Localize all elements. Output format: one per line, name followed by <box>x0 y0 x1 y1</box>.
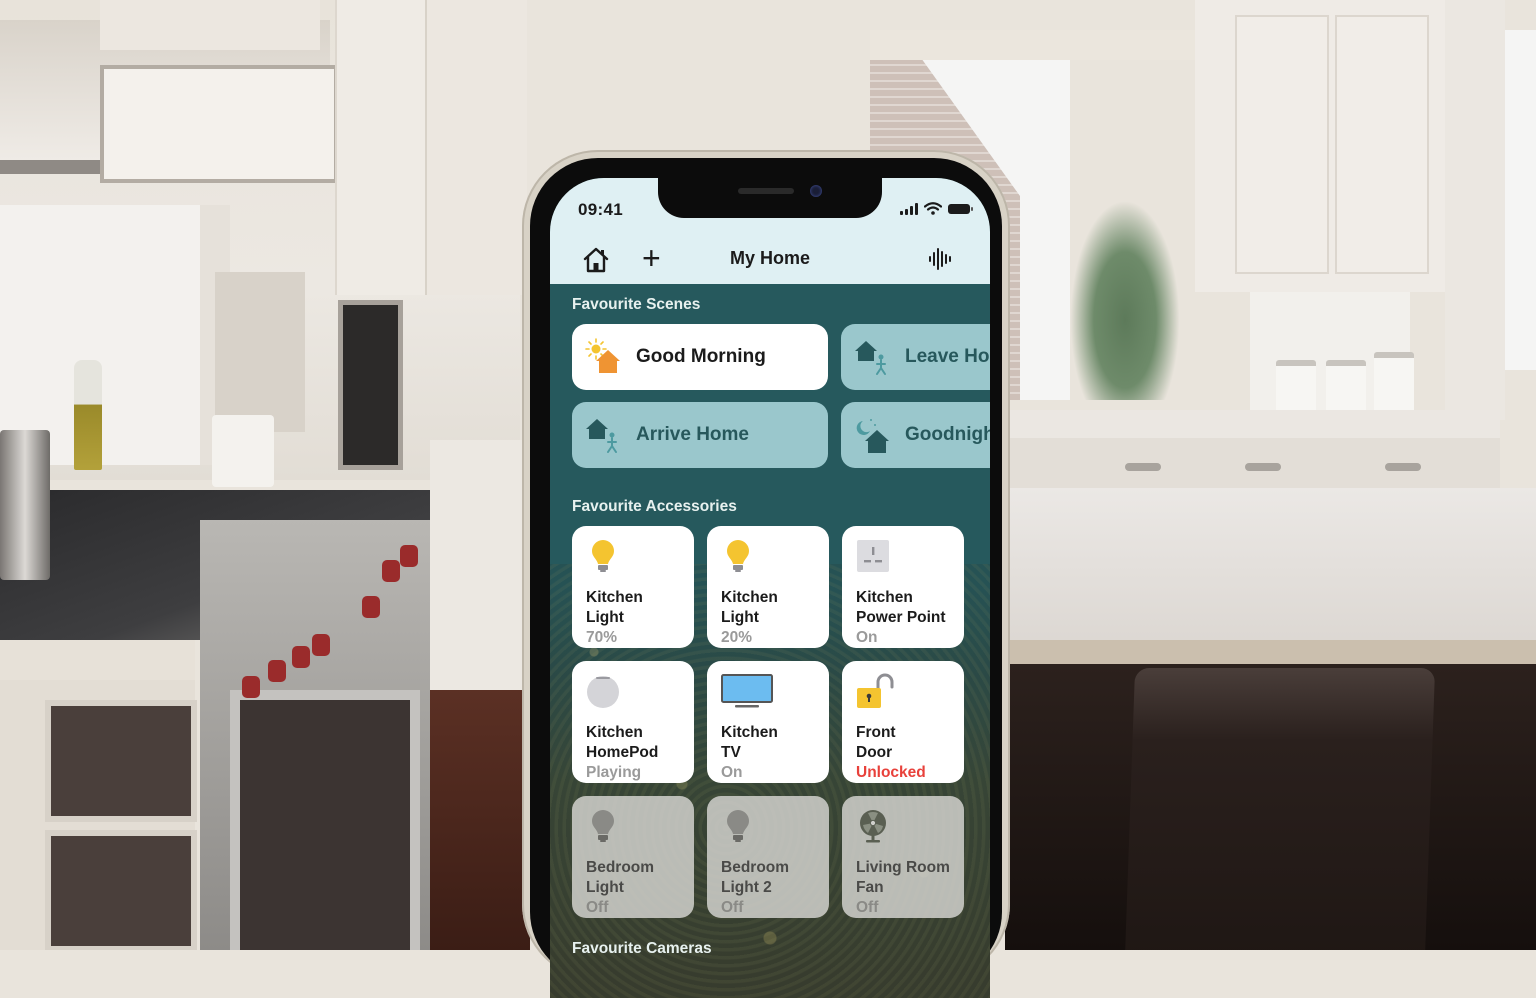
lightbulb-on-icon <box>592 540 614 572</box>
utensil-crock <box>212 415 274 487</box>
scene-good-morning[interactable]: Good Morning <box>572 324 828 390</box>
upper-cabinet <box>425 0 527 295</box>
moon-house-icon <box>856 419 889 453</box>
section-favourite-scenes: Favourite Scenes <box>572 296 701 313</box>
range-knob <box>268 660 286 682</box>
accessory-tile[interactable]: Bedroom Light Off <box>572 796 694 918</box>
accessory-name: Kitchen Power Point <box>856 589 946 626</box>
lock-open-icon <box>857 673 894 708</box>
tv-icon <box>721 674 773 708</box>
lightbulb-on-icon <box>727 540 749 572</box>
siri-waveform-icon[interactable] <box>928 246 952 272</box>
accessory-name: Kitchen Light <box>586 589 643 626</box>
accessory-status: On <box>856 629 878 646</box>
battery-icon <box>948 203 973 214</box>
accessory-tile[interactable]: Front Door Unlocked <box>842 661 964 783</box>
house-person-leaving-icon <box>855 341 886 375</box>
drawer-handle <box>1245 463 1281 471</box>
window <box>1505 30 1536 370</box>
front-camera <box>810 185 822 197</box>
wood-floor <box>420 690 530 950</box>
scene-leave-home[interactable]: Leave Home <box>841 324 990 390</box>
range-knob <box>292 646 310 668</box>
accessory-tile[interactable]: Kitchen Power Point On <box>842 526 964 648</box>
section-favourite-accessories: Favourite Accessories <box>572 498 737 515</box>
accessory-tile[interactable]: Bedroom Light 2 Off <box>707 796 829 918</box>
oil-bottle <box>74 360 102 470</box>
accessory-name: Bedroom Light 2 <box>721 859 790 896</box>
oven-door <box>230 690 420 950</box>
accessory-status-alert: Unlocked <box>856 764 926 781</box>
plant <box>1070 200 1180 400</box>
scene-label: Leave Home <box>905 346 990 367</box>
drawer-handle <box>1125 463 1161 471</box>
countertop <box>1010 410 1500 438</box>
lightbulb-off-icon <box>727 810 749 842</box>
spice-niche <box>215 272 305 432</box>
house-person-arriving-icon <box>586 419 617 453</box>
accessory-tile[interactable]: Kitchen Light 20% <box>707 526 829 648</box>
upper-cabinet-right <box>1195 0 1445 292</box>
power-outlet-icon <box>857 540 889 572</box>
phone-bezel: 09:41 + My Home Favourite Scenes Good Mo… <box>530 158 1002 998</box>
accessory-tile[interactable]: Kitchen Light 70% <box>572 526 694 648</box>
sun-house-icon <box>585 338 620 373</box>
cellular-signal-icon <box>900 202 918 215</box>
range-knob <box>400 545 418 567</box>
drawers <box>0 680 197 950</box>
accessory-status: Off <box>856 899 879 916</box>
window-frame <box>870 30 1200 60</box>
iphone-device: 09:41 + My Home Favourite Scenes Good Mo… <box>522 150 1010 998</box>
accessory-name: Bedroom Light <box>586 859 655 896</box>
accessory-status: 70% <box>586 629 618 646</box>
section-favourite-cameras: Favourite Cameras <box>572 940 712 957</box>
scene-label: Good Morning <box>636 346 766 367</box>
scene-goodnight[interactable]: Goodnight <box>841 402 990 468</box>
wall-oven <box>338 300 403 470</box>
nav-bar: + My Home <box>550 240 990 280</box>
accessory-name: Front Door <box>856 724 896 761</box>
canister <box>1374 352 1414 418</box>
pillar <box>1445 0 1505 420</box>
notch <box>658 178 882 218</box>
upper-cabinet <box>335 0 427 295</box>
scene-arrive-home[interactable]: Arrive Home <box>572 402 828 468</box>
range-hood <box>0 0 338 183</box>
range-knob <box>242 676 260 698</box>
home-content: Favourite Scenes Good Morning Leave Ho A… <box>550 284 990 998</box>
status-icons <box>900 202 973 215</box>
bar-stool <box>1124 668 1436 950</box>
island-edge <box>1005 640 1536 664</box>
scene-label: Goodnight <box>905 424 990 445</box>
home-app-screen: 09:41 + My Home Favourite Scenes Good Mo… <box>550 178 990 998</box>
backsplash <box>0 205 230 465</box>
status-time: 09:41 <box>578 200 623 219</box>
scene-label: Arrive Home <box>636 424 749 445</box>
homepod-icon <box>587 676 619 708</box>
earpiece-speaker <box>738 188 794 194</box>
accessory-name: Kitchen TV <box>721 724 778 761</box>
page-title: My Home <box>729 248 810 268</box>
accessory-tile[interactable]: Kitchen TV On <box>707 661 829 783</box>
range-knob <box>382 560 400 582</box>
fan-icon <box>860 810 886 843</box>
lightbulb-off-icon <box>592 810 614 842</box>
accessory-name: Kitchen HomePod <box>586 724 659 761</box>
drawer-handle <box>1385 463 1421 471</box>
lower-cabinet <box>430 440 525 690</box>
marble-island <box>1005 488 1536 648</box>
range-knob <box>362 596 380 618</box>
accessory-status: Off <box>586 899 609 916</box>
wifi-icon <box>924 202 942 215</box>
stock-pot <box>0 430 50 580</box>
range-knob <box>312 634 330 656</box>
accessory-tile[interactable]: Living Room Fan Off <box>842 796 964 918</box>
accessory-status: Off <box>721 899 744 916</box>
accessory-status: On <box>721 764 743 781</box>
accessory-status: 20% <box>721 629 753 646</box>
accessory-name: Living Room Fan <box>856 859 950 896</box>
accessory-status: Playing <box>586 764 642 781</box>
accessory-tile[interactable]: Kitchen HomePod Playing <box>572 661 694 783</box>
accessory-name: Kitchen Light <box>721 589 778 626</box>
